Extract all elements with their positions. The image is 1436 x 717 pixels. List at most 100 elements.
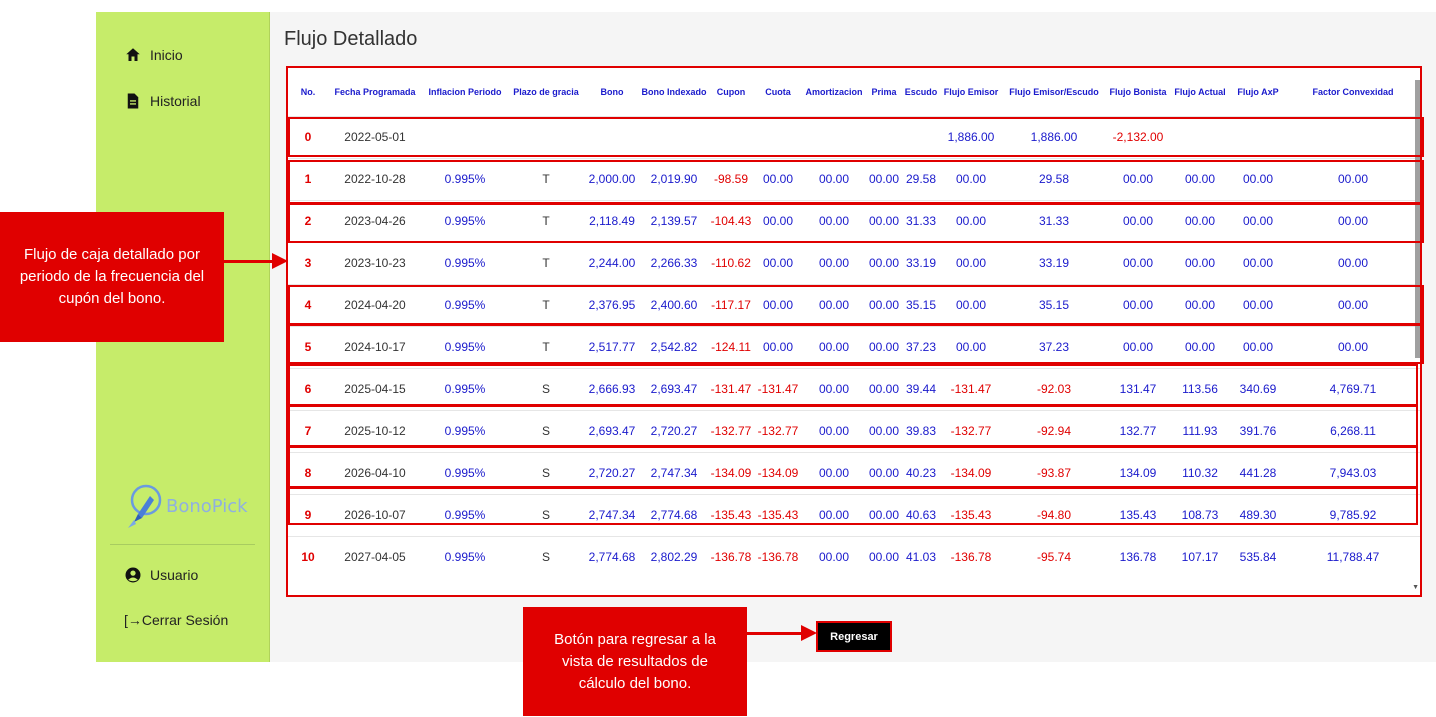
table-cell: 00.00 [868,424,900,438]
table-cell: 35.15 [1038,298,1070,312]
table-row: 3 2023-10-23 0.995% T 2,244.00 2,266.33 -110.6… [288,242,1420,284]
table-cell [640,116,708,158]
table-cell: 0.995% [444,466,486,480]
table-cell: 00.00 [818,550,850,565]
table-cell: 00.00 [868,550,900,565]
regresar-button[interactable]: Regresar [816,621,892,652]
column-header: Amortizacion [805,86,863,97]
column-header: No. [300,86,316,97]
table-cell: 00.00 [868,340,900,354]
table-cell: 391.76 [1239,424,1277,438]
table-cell: 00.00 [955,256,987,270]
table-cell: -134.09 [710,466,752,480]
table-cell: 00.00 [868,298,900,312]
table-cell: 2,376.95 [588,298,636,312]
table-cell: 2,802.29 [650,550,698,565]
table-cell: 340.69 [1239,382,1277,396]
table-cell: 00.00 [868,256,900,270]
table-cell: S [541,382,550,396]
table-cell: 00.00 [818,340,850,354]
table-cell: 5 [304,340,312,354]
table-cell: -131.47 [710,382,752,396]
table-cell: -136.78 [950,550,992,565]
table-cell: 1,886.00 [1030,130,1078,144]
table-cell: 0.995% [444,172,486,186]
table-cell: 2,720.27 [588,466,636,480]
column-header: Cupon [716,86,746,97]
table-scrollbar[interactable] [1415,80,1420,358]
table-cell: T [542,172,550,186]
table-cell: -134.09 [757,466,799,480]
table-cell: 39.44 [905,382,937,396]
table-cell: S [541,424,550,438]
logout-button[interactable]: [→Cerrar Sesión [124,612,228,628]
table-cell: 0.995% [444,424,486,438]
table-cell: 1 [304,172,312,186]
table-cell: 2,517.77 [588,340,636,354]
table-body: 0 2022-05-01 1,886.00 1,886.00 -2,132.00 1 202… [288,116,1420,578]
table-cell: 2027-04-05 [344,550,406,565]
table-cell: 00.00 [818,298,850,312]
table-cell: 00.00 [1122,298,1154,312]
table-cell: -135.43 [757,508,799,522]
table-cell: 00.00 [1242,172,1274,186]
table-cell: 00.00 [1122,214,1154,228]
table-cell: 2023-10-23 [344,256,406,270]
sidebar-item-label: Usuario [150,567,199,583]
table-cell: 8 [304,466,312,480]
table-cell: 40.63 [905,508,937,522]
table-cell: 2022-10-28 [344,172,406,186]
table-cell: 2,019.90 [650,172,698,186]
table-cell: 2025-10-12 [344,424,406,438]
scroll-down-icon[interactable]: ▼ [1412,584,1419,591]
table-cell: 2026-04-10 [344,466,406,480]
table-cell: S [541,508,550,522]
table-cell: 29.58 [905,172,937,186]
table-cell: 00.00 [1337,172,1369,186]
table-row: 5 2024-10-17 0.995% T 2,517.77 2,542.82 -124.1… [288,326,1420,368]
logout-label: [→Cerrar Sesión [124,612,229,628]
table-cell: 108.73 [1181,508,1219,522]
table-cell [1230,116,1286,158]
table-cell: 00.00 [1122,256,1154,270]
column-header: Bono Indexado [641,86,707,97]
table-cell: 0.995% [444,298,486,312]
table-cell [866,116,902,158]
table-cell: -132.77 [757,424,799,438]
column-header: Bono [600,86,624,97]
table-cell: 0.995% [444,256,486,270]
table-cell: 2,000.00 [588,172,636,186]
table-cell: 535.84 [1239,550,1277,565]
cashflow-table-container[interactable]: No. Fecha Programada Inflacion Periodo Plaz… [286,66,1422,597]
table-cell [422,116,508,158]
annotation-arrow-left [224,260,276,263]
table-cell: 2,747.34 [588,508,636,522]
column-header: Factor Convexidad [1312,86,1394,97]
sidebar-item-usuario[interactable]: Usuario [124,566,198,584]
table-cell: 00.00 [1184,172,1216,186]
sidebar-item-historial[interactable]: Historial [124,92,201,110]
table-row: 0 2022-05-01 1,886.00 1,886.00 -2,132.00 [288,116,1420,158]
table-cell: -136.78 [710,550,752,565]
table-cell: 37.23 [1038,340,1070,354]
column-header: Flujo AxP [1237,86,1279,97]
table-cell: 31.33 [1038,214,1070,228]
table-cell: 7,943.03 [1329,466,1377,480]
table-cell: 29.58 [1038,172,1070,186]
table-cell: S [541,466,550,480]
table-cell: 6,268.11 [1330,424,1376,438]
cashflow-table: No. Fecha Programada Inflacion Periodo Plaz… [288,68,1420,578]
table-cell: 2,774.68 [588,550,636,565]
table-cell: 2,400.60 [650,298,698,312]
table-cell [802,116,866,158]
sidebar-item-inicio[interactable]: Inicio [124,46,183,64]
column-header: Inflacion Periodo [428,86,502,97]
table-cell: -92.03 [1036,382,1072,396]
table-cell [708,116,754,158]
table-cell: 00.00 [868,466,900,480]
table-cell: 113.56 [1182,382,1218,396]
table-cell: 2,774.68 [650,508,698,522]
table-cell: -117.17 [711,298,751,312]
table-cell: 00.00 [955,340,987,354]
sidebar-item-label: Inicio [150,47,183,63]
